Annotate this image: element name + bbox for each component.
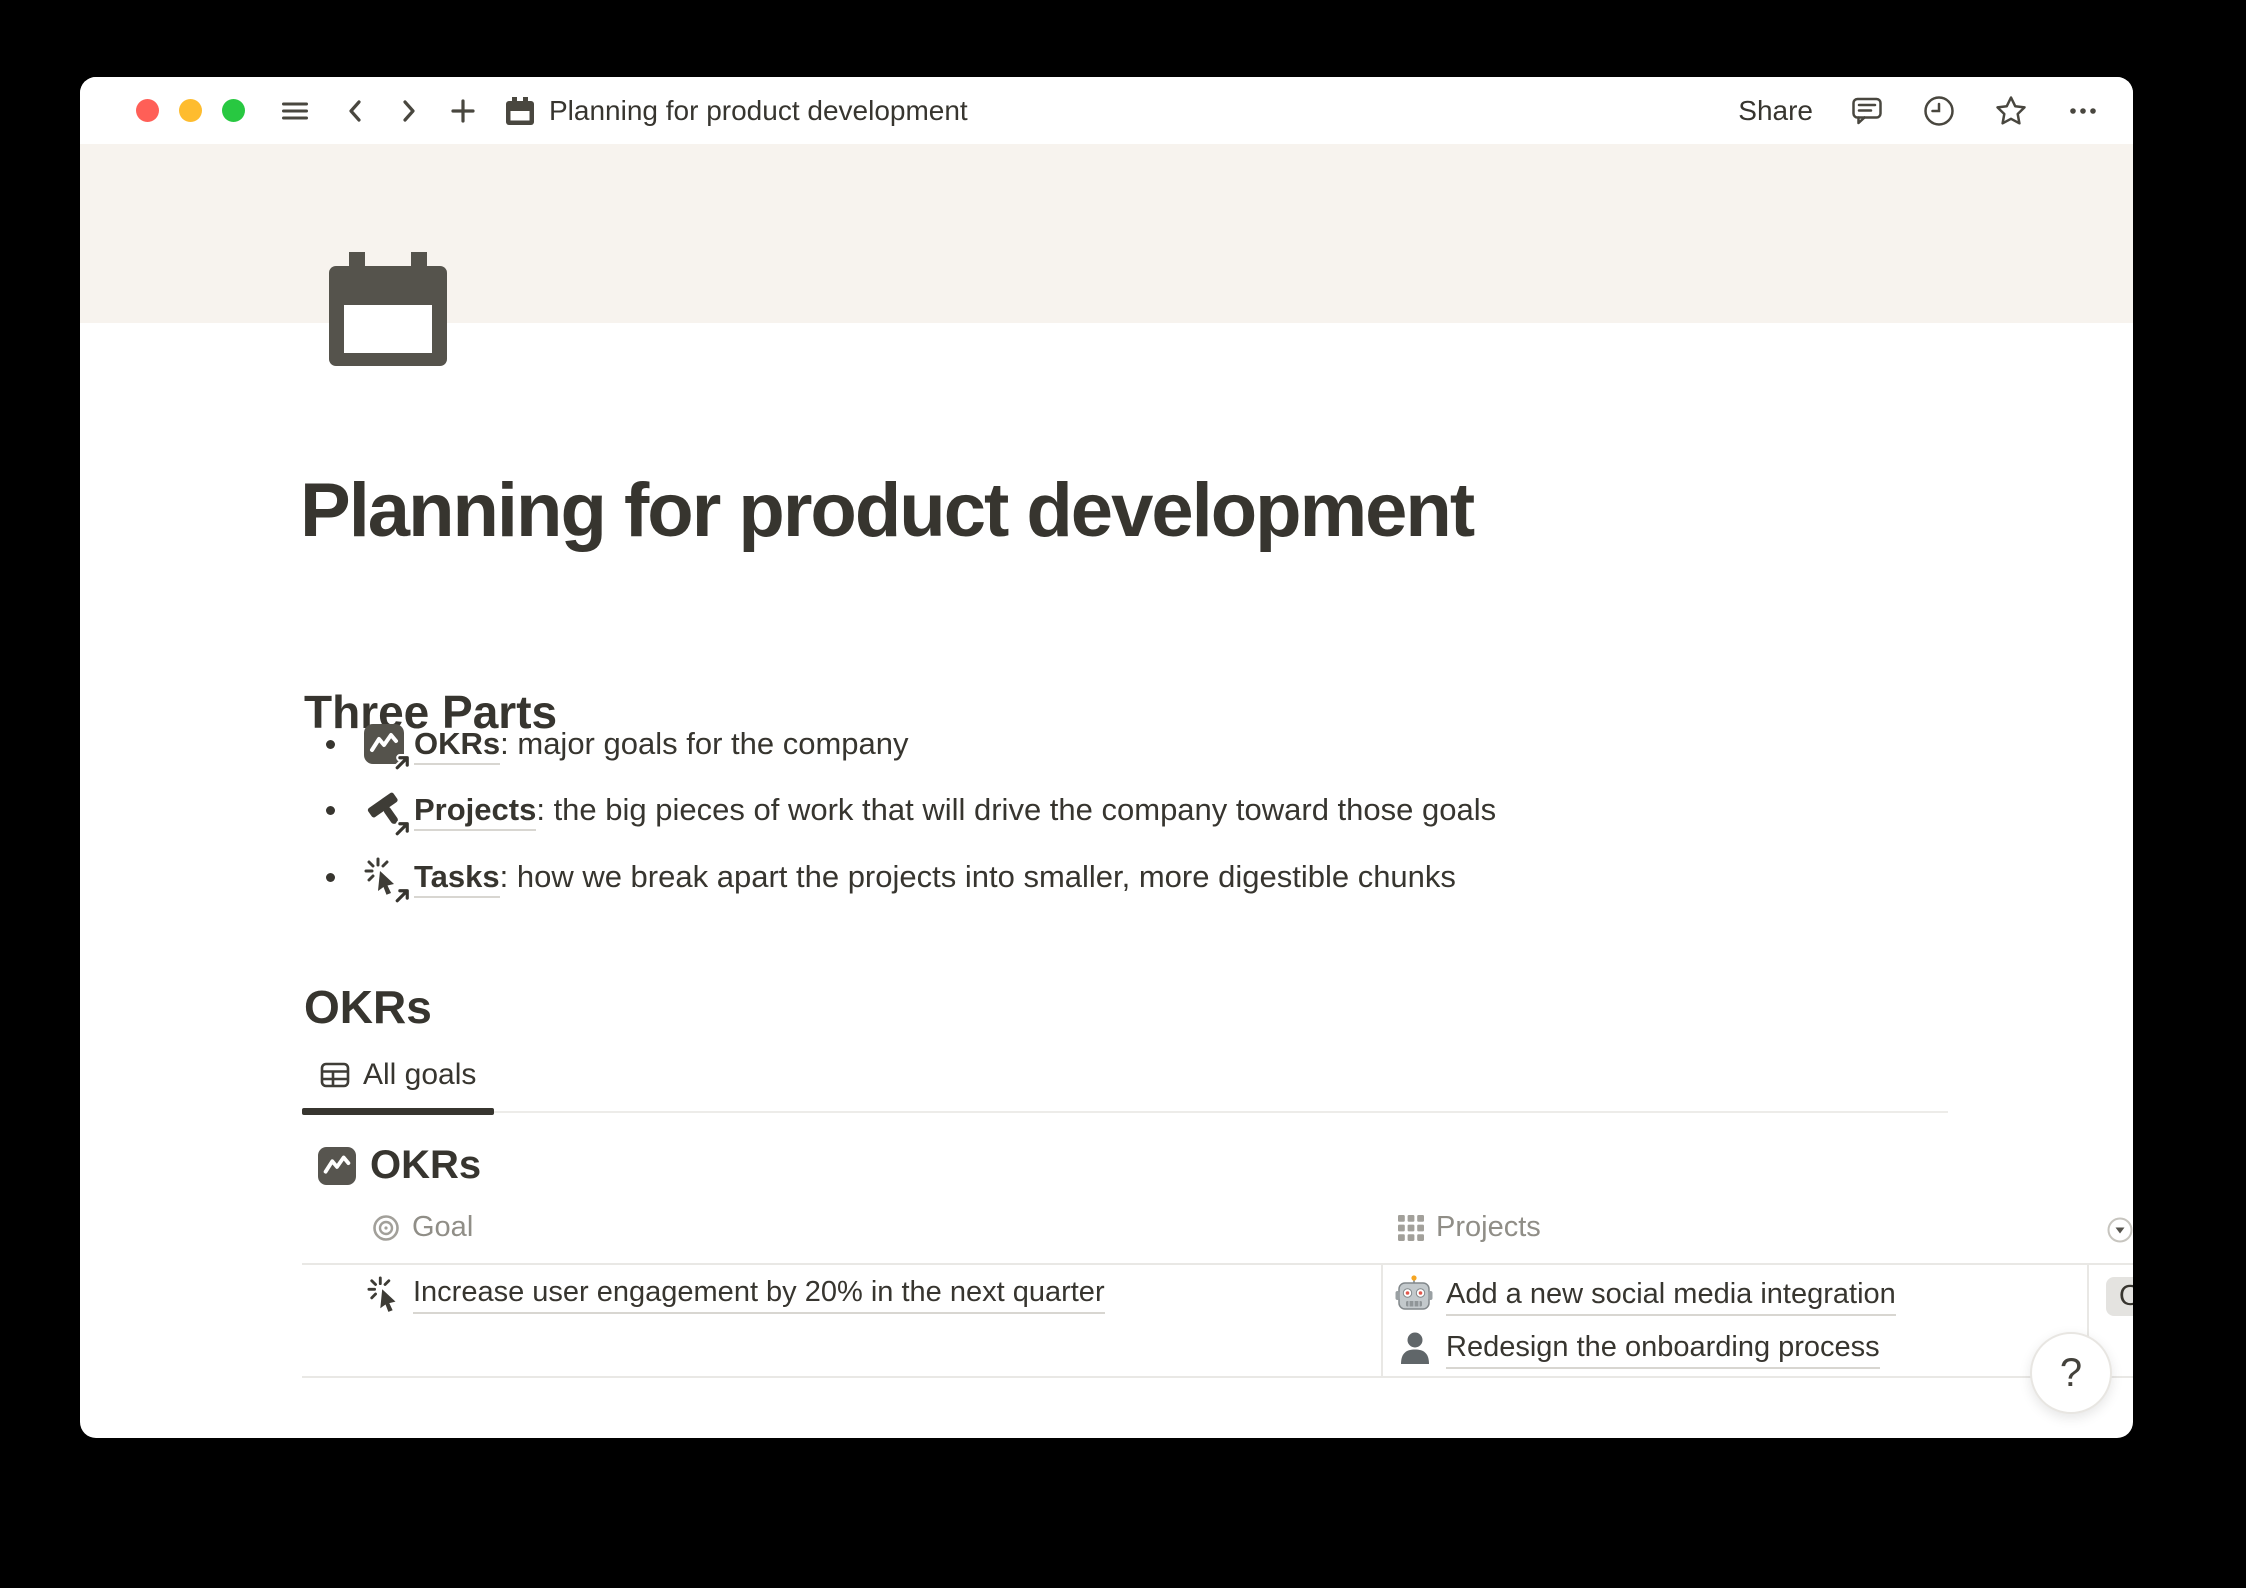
column-header-goal[interactable]: Goal: [371, 1211, 473, 1244]
collapse-triangle-icon[interactable]: [2107, 1217, 2133, 1243]
column-header-projects[interactable]: Projects: [1397, 1211, 1541, 1244]
back-icon[interactable]: [339, 95, 371, 127]
project-relation-item[interactable]: Redesign the onboarding process: [1396, 1328, 1880, 1371]
bullet-text: : the big pieces of work that will drive…: [536, 792, 1496, 827]
trending-up-icon: [364, 724, 404, 764]
desktop-background: Planning for product development Share: [0, 0, 2246, 1588]
more-icon[interactable]: [2065, 93, 2101, 129]
cursor-click-icon: [367, 1276, 405, 1314]
projects-page-link[interactable]: Projects: [414, 792, 536, 831]
column-divider: [1381, 1265, 1383, 1376]
help-button-label: ?: [2060, 1351, 2082, 1396]
page-link-arrow-icon: [393, 753, 412, 772]
close-window-button[interactable]: [136, 99, 159, 122]
project-link[interactable]: Add a new social media integration: [1446, 1278, 1896, 1316]
grid-icon: [1397, 1214, 1425, 1242]
bullet-dot: [326, 740, 335, 749]
star-icon[interactable]: [1993, 93, 2029, 129]
status-tag-label: O: [2119, 1280, 2133, 1313]
table-row-border: [302, 1376, 2133, 1378]
column-header-label: Projects: [1436, 1211, 1541, 1244]
database-title[interactable]: OKRs: [318, 1143, 481, 1188]
table-header-border: [302, 1263, 2133, 1265]
share-button[interactable]: Share: [1738, 95, 1813, 127]
okrs-page-link[interactable]: OKRs: [414, 726, 500, 765]
bullet-dot: [326, 806, 335, 815]
page-link-arrow-icon: [393, 819, 412, 838]
table-view-icon: [318, 1058, 352, 1092]
project-relation-item[interactable]: Add a new social media integration: [1394, 1274, 1896, 1319]
project-link[interactable]: Redesign the onboarding process: [1446, 1331, 1880, 1369]
status-tag[interactable]: O: [2106, 1277, 2133, 1316]
target-icon: [371, 1213, 401, 1243]
view-tab-label: All goals: [363, 1058, 476, 1092]
list-item-tasks[interactable]: Tasks: how we break apart the projects i…: [304, 853, 1456, 901]
titlebar: Planning for product development Share: [80, 77, 2133, 144]
page-link-arrow-icon: [393, 886, 412, 905]
tasks-page-link[interactable]: Tasks: [414, 859, 500, 898]
traffic-lights: [136, 99, 245, 122]
table-row-goal-cell[interactable]: Increase user engagement by 20% in the n…: [367, 1276, 1105, 1314]
sidebar-menu-icon[interactable]: [277, 93, 313, 129]
database-title-text[interactable]: OKRs: [370, 1143, 481, 1188]
clock-icon[interactable]: [1921, 93, 1957, 129]
notion-window: Planning for product development Share: [80, 77, 2133, 1438]
tab-divider: [302, 1111, 1948, 1113]
trending-up-icon: [318, 1147, 356, 1185]
bullet-text: : major goals for the company: [500, 726, 908, 761]
active-tab-underline: [302, 1108, 494, 1115]
view-tab-all-goals[interactable]: All goals: [318, 1058, 476, 1092]
column-header-label: Goal: [412, 1211, 473, 1244]
cursor-click-icon: [364, 857, 404, 897]
forward-icon[interactable]: [393, 95, 425, 127]
comment-icon[interactable]: [1849, 93, 1885, 129]
new-tab-icon[interactable]: [447, 95, 479, 127]
page-title[interactable]: Planning for product development: [300, 467, 1473, 554]
bullet-text: : how we break apart the projects into s…: [500, 859, 1456, 894]
help-button[interactable]: ?: [2030, 1332, 2112, 1414]
bullet-dot: [326, 873, 335, 882]
heading-okrs[interactable]: OKRs: [304, 980, 432, 1034]
zoom-window-button[interactable]: [222, 99, 245, 122]
hammer-icon: [364, 790, 404, 830]
person-emoji: [1396, 1328, 1434, 1371]
breadcrumb-page-title[interactable]: Planning for product development: [549, 95, 968, 127]
minimize-window-button[interactable]: [179, 99, 202, 122]
robot-emoji: [1394, 1274, 1434, 1319]
calendar-page-icon[interactable]: [329, 252, 447, 366]
goal-link[interactable]: Increase user engagement by 20% in the n…: [413, 1276, 1105, 1314]
calendar-icon: [503, 94, 537, 128]
list-item-okrs[interactable]: OKRs: major goals for the company: [304, 720, 909, 768]
list-item-projects[interactable]: Projects: the big pieces of work that wi…: [304, 786, 1496, 834]
